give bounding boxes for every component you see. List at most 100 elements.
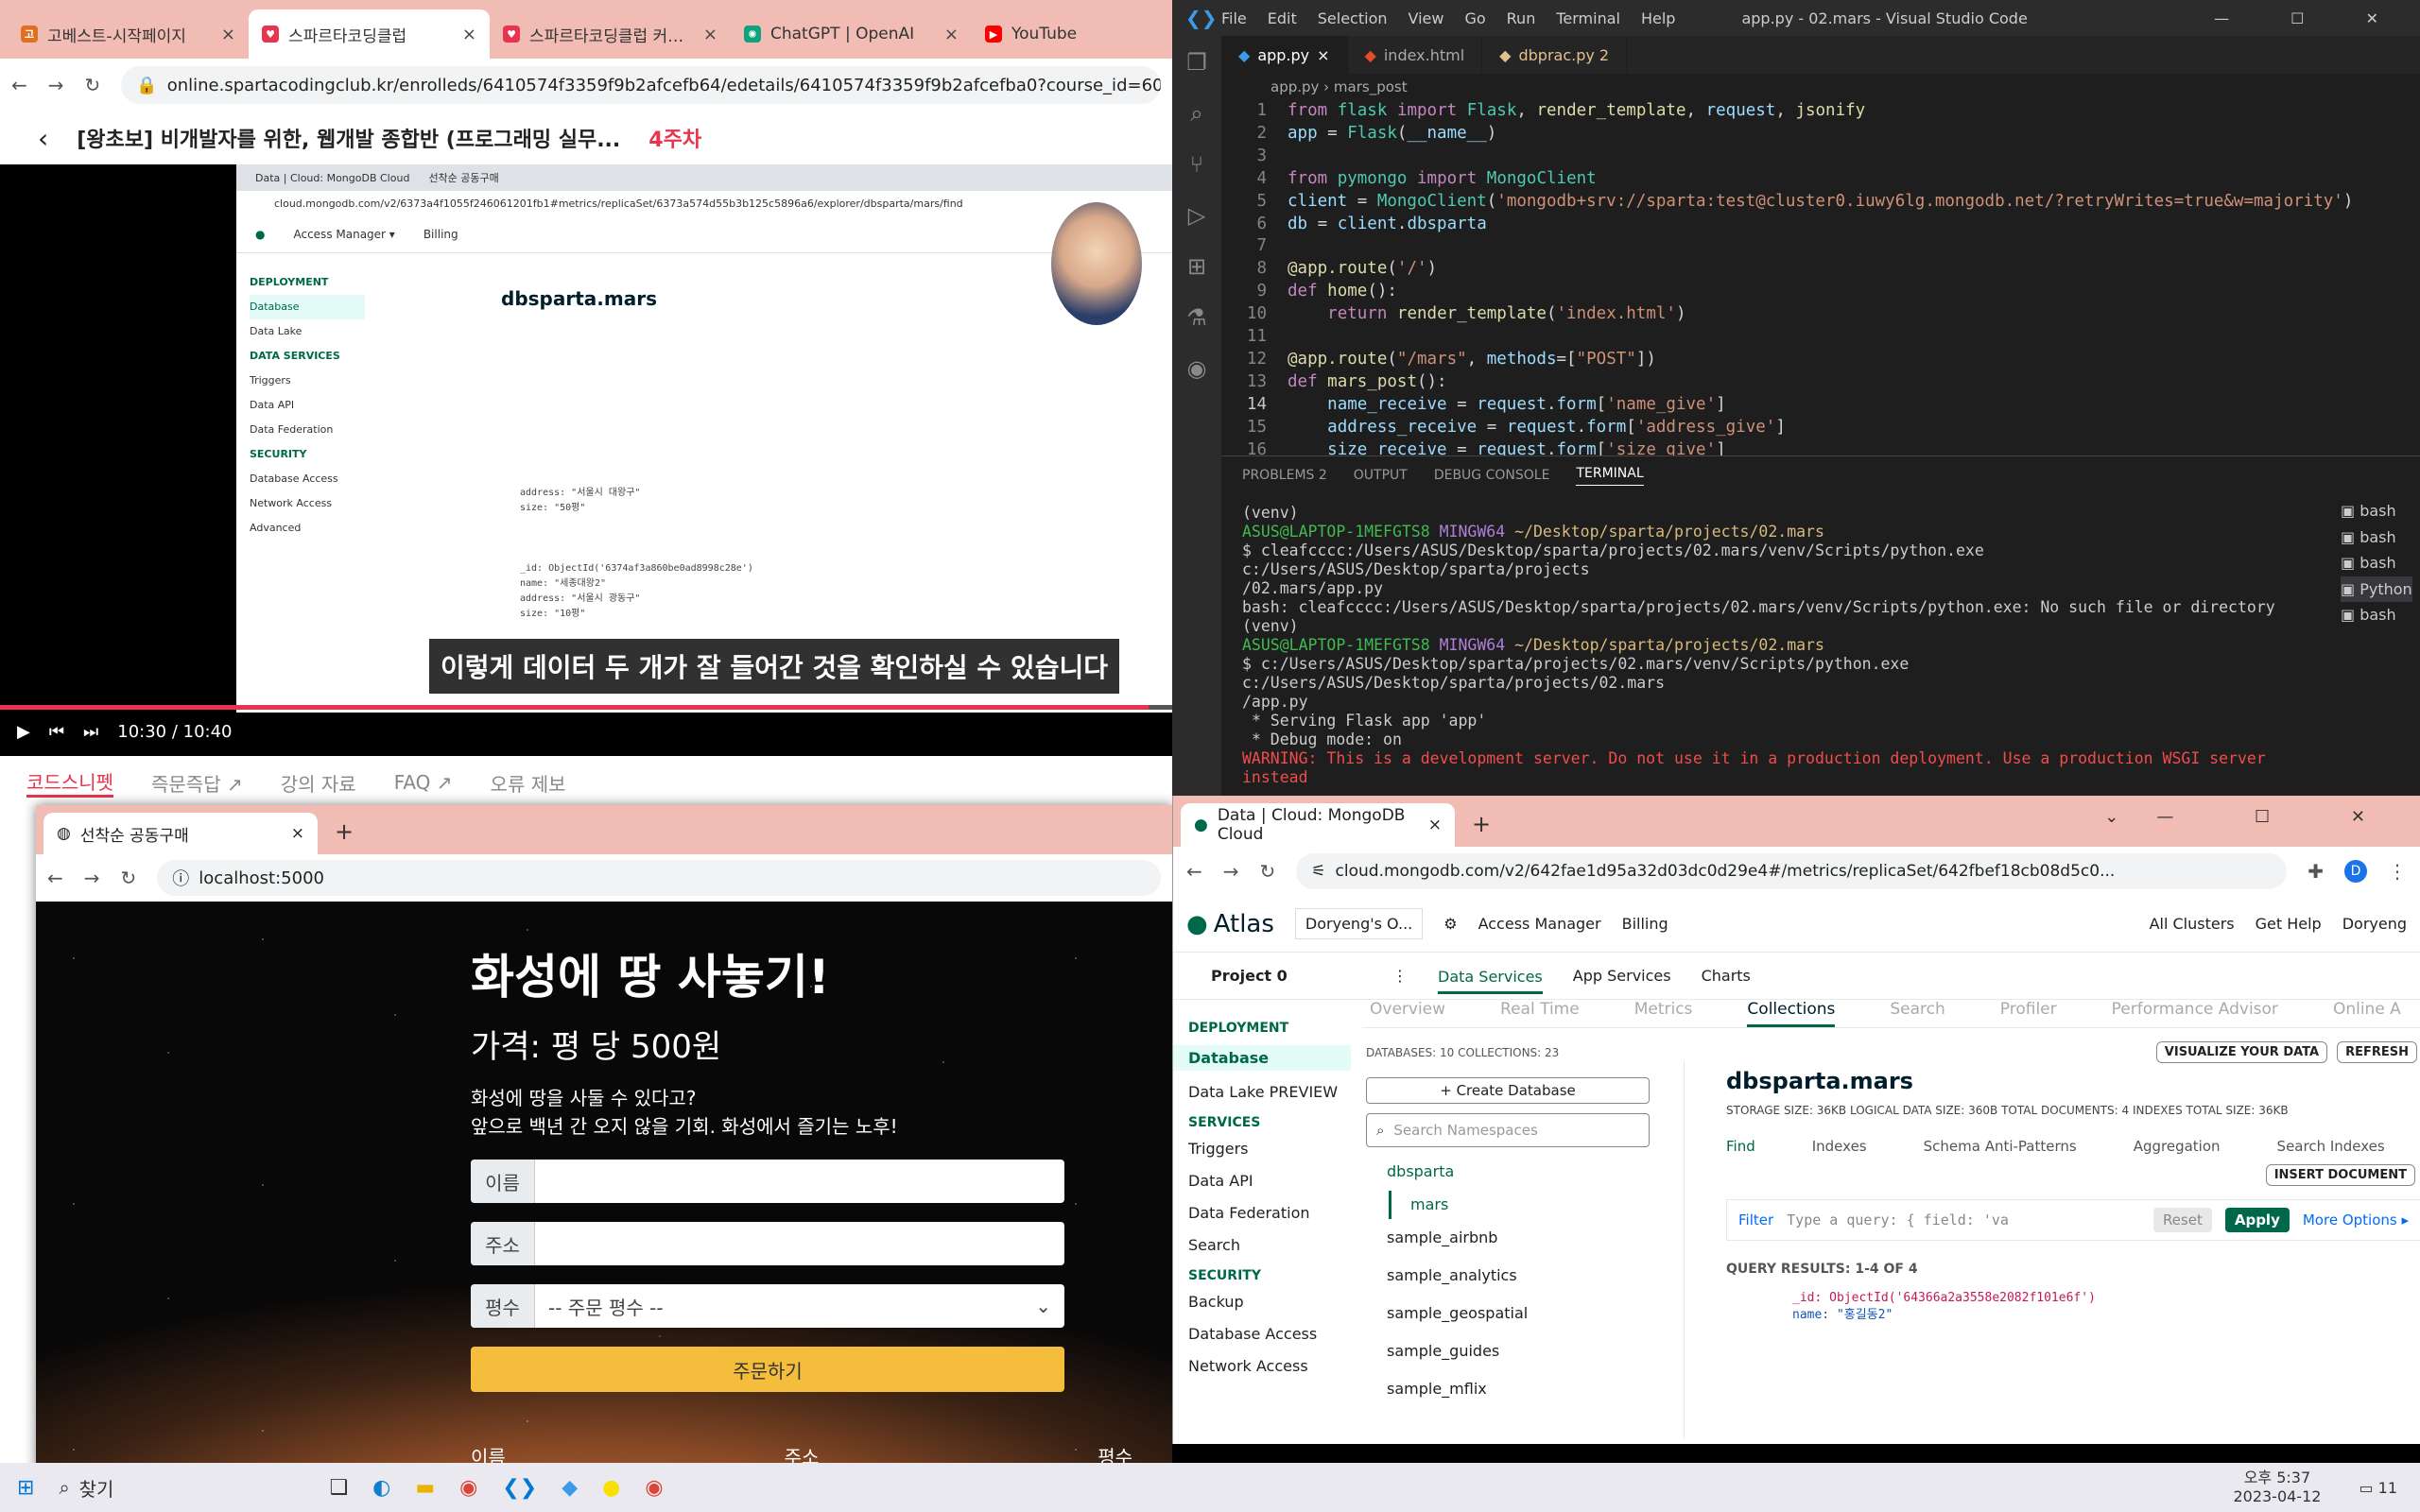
subtab-search[interactable]: Search [1890, 1000, 1945, 1027]
more-options-link[interactable]: More Options ▸ [2303, 1211, 2409, 1228]
ctab-indexes[interactable]: Indexes [1812, 1138, 1867, 1155]
side-item-data-federation[interactable]: Data Federation [1188, 1204, 1351, 1222]
chrome-profile-icon[interactable]: ◉ [645, 1476, 663, 1500]
file-explorer-icon[interactable]: ▬ [415, 1476, 435, 1500]
ns-db-item[interactable]: sample_airbnb [1387, 1219, 1650, 1257]
get-help-menu[interactable]: Get Help [2256, 915, 2322, 933]
address-field[interactable]: 주소 [471, 1222, 1064, 1265]
subtab-online-archive[interactable]: Online A [2333, 1000, 2401, 1027]
name-field[interactable]: 이름 [471, 1160, 1064, 1203]
menu-dots-icon[interactable]: ⋮ [2388, 860, 2407, 883]
terminal-item[interactable]: ▣ bash [2341, 602, 2412, 628]
nav-charts[interactable]: Charts [1702, 967, 1751, 985]
side-item-database[interactable]: Database [1173, 1045, 1351, 1071]
side-item-database-access[interactable]: Database Access [1188, 1325, 1351, 1343]
tab-code-snippet[interactable]: 코드스니펫 [26, 767, 113, 798]
nav-data-services[interactable]: Data Services [1438, 968, 1543, 994]
panel-tab-terminal[interactable]: TERMINAL [1576, 466, 1644, 486]
tab-qna[interactable]: 즉문즉답 ↗ [151, 769, 243, 797]
ctab-schema[interactable]: Schema Anti-Patterns [1924, 1138, 2077, 1155]
vscode-taskbar-icon[interactable]: ❮❯ [502, 1476, 537, 1500]
terminal-item[interactable]: ▣ bash [2341, 524, 2412, 551]
testing-icon[interactable]: ⚗ [1186, 304, 1207, 331]
video-progress-bar[interactable] [0, 705, 1172, 710]
subtab-metrics[interactable]: Metrics [1634, 1000, 1693, 1027]
browser-tab-localhost[interactable]: ◍ 선착순 공동구매 × [43, 813, 318, 854]
windows-start-icon[interactable]: ⊞ [17, 1476, 34, 1500]
all-clusters-link[interactable]: All Clusters [2150, 915, 2235, 933]
url-field[interactable]: ⓘ localhost:5000 [157, 860, 1161, 896]
tab-materials[interactable]: 강의 자료 [281, 769, 356, 797]
subtab-overview[interactable]: Overview [1370, 1000, 1445, 1027]
billing-link[interactable]: Billing [1622, 915, 1668, 933]
document-card[interactable]: _id: ObjectId('64366a2a3558e2082f101e6f'… [1792, 1290, 2420, 1324]
close-tab-icon[interactable]: × [944, 25, 959, 44]
ns-db-item[interactable]: sample_guides [1387, 1332, 1650, 1370]
browser-tab-sparta-community[interactable]: ♥ 스파르타코딩클럽 커뮤니 × [490, 9, 731, 59]
gear-icon[interactable]: ⚙ [1443, 915, 1457, 933]
close-tab-icon[interactable]: × [291, 824, 304, 843]
reload-icon[interactable]: ↻ [1260, 860, 1276, 883]
subtab-realtime[interactable]: Real Time [1500, 1000, 1580, 1027]
side-item-data-api[interactable]: Data API [1188, 1172, 1351, 1190]
filter-link[interactable]: Filter [1738, 1211, 1773, 1228]
menu-view[interactable]: View [1409, 9, 1444, 27]
extensions-icon[interactable]: ⊞ [1187, 253, 1206, 280]
ns-collection-mars[interactable]: mars [1389, 1191, 1650, 1219]
editor-tab-index-html[interactable]: ◆ index.html [1348, 36, 1483, 74]
side-item-search[interactable]: Search [1188, 1236, 1351, 1254]
back-icon[interactable]: ← [11, 74, 27, 96]
terminal-item[interactable]: ▣ bash [2341, 498, 2412, 524]
subtab-collections[interactable]: Collections [1747, 1000, 1836, 1027]
terminal-output[interactable]: (venv) ASUS@LAPTOP-1MEFGTS8 MINGW64 ~/De… [1242, 504, 2320, 796]
url-field[interactable]: ⚟ cloud.mongodb.com/v2/642fae1d95a32d03dc… [1296, 853, 2288, 889]
tab-faq[interactable]: FAQ ↗ [394, 771, 453, 794]
reload-icon[interactable]: ↻ [121, 867, 137, 889]
access-manager[interactable]: Access Manager [1478, 915, 1601, 933]
url-field[interactable]: 🔒 online.spartacodingclub.kr/enrolleds/64… [121, 66, 1161, 104]
project-selector[interactable]: Project 0 [1211, 967, 1362, 985]
editor-tab-app-py[interactable]: ◆ app.py × [1221, 36, 1348, 74]
browser-tab-chatgpt[interactable]: ✺ ChatGPT | OpenAI × [731, 9, 972, 59]
menu-run[interactable]: Run [1507, 9, 1536, 27]
forward-icon[interactable]: → [48, 74, 64, 96]
extensions-icon[interactable]: ✚ [2308, 860, 2324, 883]
profile-avatar[interactable]: D [2344, 860, 2367, 883]
org-selector[interactable]: Doryeng's O... [1294, 908, 1424, 939]
side-item-triggers[interactable]: Triggers [1188, 1140, 1351, 1158]
ctab-aggregation[interactable]: Aggregation [2134, 1138, 2221, 1155]
side-item-backup[interactable]: Backup [1188, 1293, 1351, 1311]
run-debug-icon[interactable]: ▷ [1188, 202, 1205, 229]
close-tab-icon[interactable]: × [462, 25, 476, 44]
user-menu[interactable]: Doryeng [2342, 915, 2407, 933]
browser-tab-sparta[interactable]: ♥ 스파르타코딩클럽 × [249, 9, 490, 59]
window-controls[interactable]: — ☐ ✕ [2214, 9, 2407, 27]
order-button[interactable]: 주문하기 [471, 1347, 1064, 1392]
code-editor[interactable]: 1 from flask import Flask, render_templat… [1221, 100, 2375, 455]
terminal-item[interactable]: ▣ Python [2341, 576, 2412, 602]
editor-tab-dbprac-py[interactable]: ◆ dbprac.py 2 [1482, 36, 1628, 74]
notification-icon[interactable]: ▭ 11 [2359, 1479, 2397, 1497]
menu-go[interactable]: Go [1464, 9, 1485, 27]
menu-terminal[interactable]: Terminal [1556, 9, 1620, 27]
browser-tab-youtube[interactable]: ▶ YouTube [972, 9, 1095, 59]
atlas-logo[interactable]: ● Atlas [1186, 910, 1274, 938]
tab-report-error[interactable]: 오류 제보 [491, 769, 566, 797]
browser-tab-mongodb[interactable]: ● Data | Cloud: MongoDB Cloud × [1181, 803, 1455, 847]
explorer-icon[interactable]: ❐ [1186, 49, 1207, 76]
task-view-icon[interactable]: ❑ [329, 1476, 348, 1500]
ns-db-item[interactable]: sample_geospatial [1387, 1295, 1650, 1332]
name-input[interactable] [535, 1160, 1064, 1203]
reload-icon[interactable]: ↻ [85, 74, 101, 96]
edge-icon[interactable]: ◐ [372, 1476, 390, 1500]
filter-input[interactable]: Type a query: { field: 'va [1787, 1211, 2140, 1228]
back-icon[interactable]: ← [1186, 860, 1202, 883]
menu-edit[interactable]: Edit [1268, 9, 1297, 27]
apply-button[interactable]: Apply [2224, 1208, 2290, 1232]
ns-db-item[interactable]: sample_mflix [1387, 1370, 1650, 1408]
subtab-performance-advisor[interactable]: Performance Advisor [2112, 1000, 2278, 1027]
side-item-data-lake[interactable]: Data Lake PREVIEW [1188, 1083, 1351, 1101]
ns-db-dbsparta[interactable]: dbsparta [1387, 1153, 1650, 1191]
side-item-network-access[interactable]: Network Access [1188, 1357, 1351, 1375]
play-icon[interactable]: ▶ [17, 722, 30, 742]
